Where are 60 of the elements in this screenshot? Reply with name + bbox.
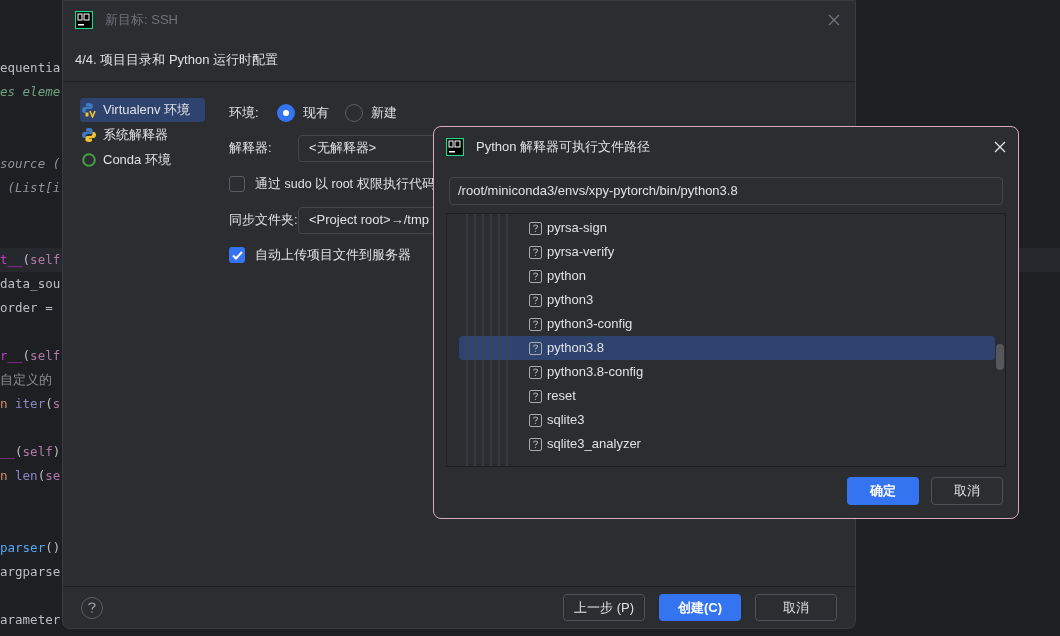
code-line: n iter(s [0, 394, 61, 413]
file-tree-item[interactable]: pyrsa-verify [459, 240, 995, 264]
field-label: 同步文件夹: [229, 211, 298, 230]
radio-label: 现有 [303, 104, 329, 123]
checkbox[interactable] [229, 247, 245, 263]
code-line: es eleme [0, 82, 61, 101]
path-field[interactable]: /root/miniconda3/envs/xpy-pytorch/bin/python3.8 [449, 177, 1003, 205]
window-title: 新目标: SSH [105, 11, 178, 30]
file-tree-item[interactable]: sqlite3_analyzer [459, 432, 995, 456]
code-line: n len(se [0, 466, 61, 485]
virtualenv-icon [81, 102, 97, 118]
file-tree-item[interactable]: python3-config [459, 312, 995, 336]
code-line: __(self) [0, 442, 61, 461]
checkbox-label: 自动上传项目文件到服务器 [255, 246, 411, 265]
field-label: 环境: [229, 104, 260, 123]
file-tree-item[interactable]: python3.8 [459, 336, 995, 360]
code-line: arameter [0, 610, 61, 629]
unknown-file-icon [529, 317, 542, 331]
file-tree-item[interactable]: python3 [459, 288, 995, 312]
checkbox[interactable] [229, 176, 245, 192]
unknown-file-icon [529, 389, 542, 403]
code-line: 自定义的 [0, 370, 52, 389]
dialog-button[interactable]: 上一步 (P) [563, 594, 645, 621]
unknown-file-icon [529, 365, 542, 379]
unknown-file-icon [529, 245, 542, 259]
sidebar-item[interactable]: 系统解释器 [80, 123, 205, 147]
unknown-file-icon [529, 341, 542, 355]
radio-label: 新建 [371, 104, 397, 123]
step-title: 4/4. 项目目录和 Python 运行时配置 [75, 51, 278, 70]
python-icon [81, 127, 97, 143]
file-tree-item[interactable]: sqlite3 [459, 408, 995, 432]
code-line: (List[i [6, 178, 61, 197]
unknown-file-icon [529, 221, 542, 235]
code-line: t__(self [0, 250, 61, 269]
field-label: 解释器: [229, 139, 273, 158]
code-line: r__(self [0, 346, 61, 365]
radio-button[interactable] [277, 104, 295, 122]
file-tree-item[interactable]: python3.8-config [459, 360, 995, 384]
unknown-file-icon [529, 437, 542, 451]
file-tree-item[interactable]: python [459, 264, 995, 288]
code-line: parser() [0, 538, 61, 557]
unknown-file-icon [529, 269, 542, 283]
app-icon [75, 11, 93, 29]
unknown-file-icon [529, 293, 542, 307]
dialog-button[interactable]: 创建(C) [659, 594, 741, 621]
app-icon [446, 138, 464, 156]
code-line: data_sou [0, 274, 61, 293]
code-line: argparse [0, 562, 61, 581]
code-line: order = [0, 298, 53, 317]
sidebar-item[interactable]: Conda 环境 [80, 148, 205, 172]
dialog-button[interactable]: 取消 [755, 594, 837, 621]
unknown-file-icon [529, 413, 542, 427]
sidebar-item[interactable]: Virtualenv 环境 [80, 98, 205, 122]
code-line: equentia [0, 58, 61, 77]
conda-icon [81, 152, 97, 168]
dialog-button[interactable]: 取消 [931, 477, 1003, 505]
code-line: source ( [0, 154, 61, 173]
file-tree-item[interactable]: reset [459, 384, 995, 408]
question-mark-icon [88, 601, 96, 614]
dialog-button[interactable]: 确定 [847, 477, 919, 505]
